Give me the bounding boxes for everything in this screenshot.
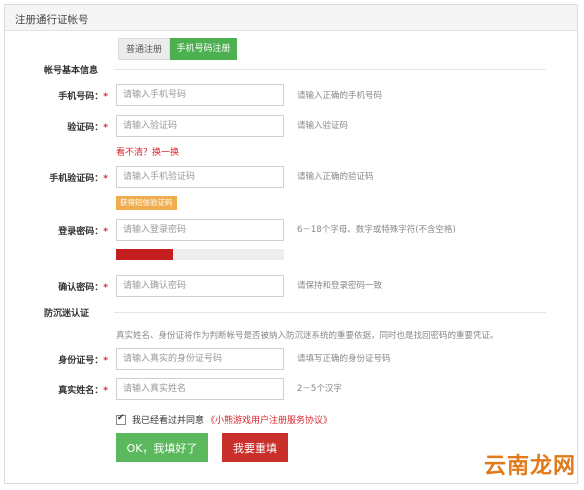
password-input[interactable]	[116, 219, 284, 241]
real-name-hint: 2－5个汉字	[297, 384, 342, 394]
phone-input[interactable]	[116, 84, 284, 106]
section-divider	[114, 312, 546, 313]
required-mark: *	[103, 174, 108, 184]
registration-panel: 注册通行证帐号	[4, 4, 578, 484]
agreement-checkbox[interactable]: ✔	[116, 412, 126, 425]
id-number-label: 身份证号：*	[30, 353, 108, 366]
real-name-input[interactable]	[116, 378, 284, 400]
panel-header: 注册通行证帐号	[5, 5, 577, 31]
password-strength-fill	[116, 249, 174, 260]
password-strength-bar	[116, 249, 284, 260]
real-name-label: 真实姓名：*	[30, 383, 108, 396]
agreement-row: ✔ 我已经看过并同意 《小熊游戏用户注册服务协议》	[116, 413, 332, 426]
agreement-text: 我已经看过并同意	[132, 416, 205, 426]
required-mark: *	[103, 92, 108, 102]
required-mark: *	[103, 123, 108, 133]
sms-code-label: 手机验证码：*	[30, 171, 108, 184]
phone-label: 手机号码：*	[30, 89, 108, 102]
confirm-password-label: 确认密码：*	[30, 280, 108, 293]
required-mark: *	[103, 386, 108, 396]
id-number-input[interactable]	[116, 348, 284, 370]
get-sms-code-button[interactable]: 获得短信验证码	[116, 196, 177, 210]
tab-normal-register[interactable]: 普通注册	[118, 38, 170, 60]
sms-code-input[interactable]	[116, 166, 284, 188]
password-hint: 6－18个字母、数字或特殊字符(不含空格)	[297, 225, 456, 235]
captcha-label-text: 验证码：	[67, 123, 104, 133]
id-number-hint: 请填写正确的身份证号码	[297, 354, 391, 364]
password-label-text: 登录密码：	[58, 227, 104, 237]
confirm-password-hint: 请保持和登录密码一致	[297, 281, 383, 291]
section-title-basic: 帐号基本信息	[44, 66, 99, 76]
id-number-label-text: 身份证号：	[58, 356, 104, 366]
page-title: 注册通行证帐号	[15, 14, 89, 26]
submit-button[interactable]: OK，我填好了	[116, 433, 208, 462]
required-mark: *	[103, 356, 108, 366]
real-name-label-text: 真实姓名：	[58, 386, 104, 396]
captcha-hint: 请输入验证码	[297, 121, 349, 131]
password-label: 登录密码：*	[30, 224, 108, 237]
check-icon: ✔	[117, 412, 125, 423]
confirm-password-label-text: 确认密码：	[58, 283, 104, 293]
section-divider	[114, 69, 546, 70]
sms-code-hint: 请输入正确的验证码	[297, 172, 374, 182]
watermark-text: 云南龙网	[483, 454, 576, 479]
confirm-password-input[interactable]	[116, 275, 284, 297]
tab-phone-register[interactable]: 手机号码注册	[170, 38, 237, 60]
section-title-anti-addiction: 防沉迷认证	[44, 309, 90, 319]
anti-addiction-notice: 真实姓名、身份证将作为判断帐号是否被纳入防沉迷系统的重要依据，同时也是找回密码的…	[116, 331, 499, 341]
required-mark: *	[103, 283, 108, 293]
captcha-refresh-link[interactable]: 看不清？换一换	[116, 145, 179, 158]
captcha-label: 验证码：*	[30, 120, 108, 133]
watermark-logo: 云南龙网	[484, 448, 576, 480]
phone-label-text: 手机号码：	[58, 92, 104, 102]
phone-hint: 请输入正确的手机号码	[297, 91, 383, 101]
captcha-input[interactable]	[116, 115, 284, 137]
required-mark: *	[103, 227, 108, 237]
sms-code-label-text: 手机验证码：	[49, 174, 104, 184]
agreement-link[interactable]: 《小熊游戏用户注册服务协议》	[206, 413, 332, 426]
reset-button[interactable]: 我要重填	[222, 433, 288, 462]
